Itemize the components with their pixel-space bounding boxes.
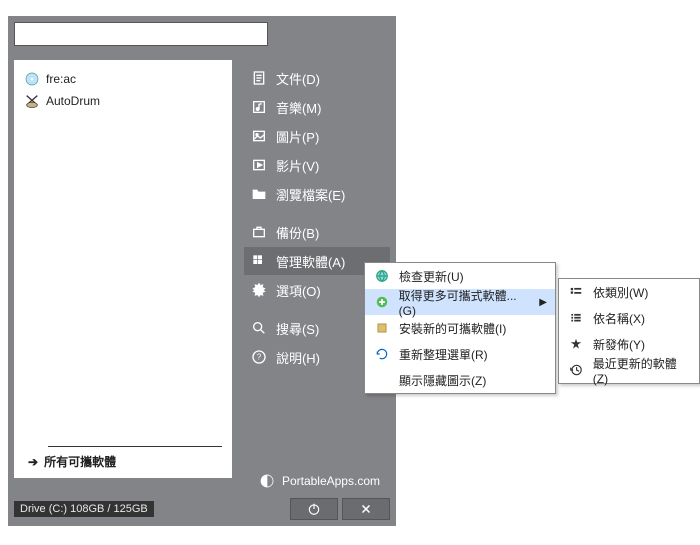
menu-label: 備份(B) (276, 223, 319, 242)
refresh-icon (373, 347, 391, 361)
picture-icon (250, 127, 268, 145)
menu-explore[interactable]: 瀏覽檔案(E) (244, 180, 390, 208)
submenu-label: 依名稱(X) (593, 310, 645, 327)
grid-icon (250, 252, 268, 270)
submenu-label: 依類別(W) (593, 284, 648, 301)
divider (48, 446, 222, 447)
arrow-right-icon: ➔ (28, 455, 38, 469)
gear-icon (250, 281, 268, 299)
app-item-label: fre:ac (46, 72, 76, 86)
all-portable-apps[interactable]: ➔ 所有可攜軟體 (24, 453, 222, 470)
all-apps-label: 所有可攜軟體 (44, 453, 116, 470)
manage-apps-submenu: 檢查更新(U) 取得更多可攜式軟體...(G) ▶ 安裝新的可攜軟體(I) 重新… (364, 262, 556, 394)
menu-label: 選項(O) (276, 281, 321, 300)
drive-status: Drive (C:) 108GB / 125GB (14, 501, 154, 517)
menu-videos[interactable]: 影片(V) (244, 151, 390, 179)
search-icon (250, 319, 268, 337)
app-list: fre:ac AutoDrum ➔ 所有可攜軟體 (14, 60, 232, 478)
menu-label: 影片(V) (276, 156, 319, 175)
menu-label: 音樂(M) (276, 98, 322, 117)
power-icon (307, 502, 321, 516)
submenu-refresh[interactable]: 重新整理選單(R) (365, 341, 555, 367)
menu-label: 說明(H) (276, 348, 320, 367)
get-more-submenu: 依類別(W) 依名稱(X) 新發佈(Y) 最近更新的軟體(Z) (558, 278, 700, 384)
power-button[interactable] (290, 498, 338, 520)
video-icon (250, 156, 268, 174)
menu-documents[interactable]: 文件(D) (244, 64, 390, 92)
brand-icon (258, 472, 276, 490)
music-icon (250, 98, 268, 116)
menu-pictures[interactable]: 圖片(P) (244, 122, 390, 150)
submenu-new-release[interactable]: 新發佈(Y) (559, 331, 699, 357)
submenu-label: 顯示隱藏圖示(Z) (399, 372, 486, 389)
search-input[interactable] (19, 27, 245, 41)
menu-label: 管理軟體(A) (276, 252, 345, 271)
launcher-window: fre:ac AutoDrum ➔ 所有可攜軟體 文件 (8, 16, 396, 526)
disc-icon (24, 71, 40, 87)
history-icon (567, 363, 585, 377)
submenu-label: 重新整理選單(R) (399, 346, 488, 363)
briefcase-icon (250, 223, 268, 241)
svg-text:?: ? (257, 353, 262, 362)
submenu-by-name[interactable]: 依名稱(X) (559, 305, 699, 331)
menu-music[interactable]: 音樂(M) (244, 93, 390, 121)
submenu-check-updates[interactable]: 檢查更新(U) (365, 263, 555, 289)
menu-label: 文件(D) (276, 69, 320, 88)
search-icon (245, 25, 263, 43)
submenu-label: 新發佈(Y) (593, 336, 645, 353)
star-icon (567, 337, 585, 351)
menu-label: 搜尋(S) (276, 319, 319, 338)
status-bar: Drive (C:) 108GB / 125GB (14, 498, 390, 520)
menu-label: 瀏覽檔案(E) (276, 185, 345, 204)
submenu-recent[interactable]: 最近更新的軟體(Z) (559, 357, 699, 383)
help-icon: ? (250, 348, 268, 366)
app-item-freac[interactable]: fre:ac (24, 68, 222, 90)
install-icon (373, 321, 391, 335)
app-item-label: AutoDrum (46, 94, 100, 108)
search-box[interactable] (14, 22, 268, 46)
drum-icon (24, 93, 40, 109)
document-icon (250, 69, 268, 87)
menu-label: 圖片(P) (276, 127, 319, 146)
chevron-right-icon: ▶ (539, 297, 547, 308)
globe-icon (373, 269, 391, 283)
menu-backup[interactable]: 備份(B) (244, 218, 390, 246)
list-icon (567, 311, 585, 325)
close-icon (360, 503, 372, 515)
submenu-get-more-apps[interactable]: 取得更多可攜式軟體...(G) ▶ (365, 289, 555, 315)
submenu-install-new[interactable]: 安裝新的可攜軟體(I) (365, 315, 555, 341)
submenu-label: 安裝新的可攜軟體(I) (399, 320, 506, 337)
category-icon (567, 285, 585, 299)
plus-icon (373, 295, 391, 309)
folder-icon (250, 185, 268, 203)
submenu-show-hidden[interactable]: 顯示隱藏圖示(Z) (365, 367, 555, 393)
submenu-label: 檢查更新(U) (399, 268, 464, 285)
submenu-label: 最近更新的軟體(Z) (593, 355, 691, 386)
submenu-label: 取得更多可攜式軟體...(G) (399, 287, 532, 318)
brand: PortableApps.com (244, 468, 390, 490)
brand-text: PortableApps.com (282, 474, 380, 488)
submenu-by-category[interactable]: 依類別(W) (559, 279, 699, 305)
close-button[interactable] (342, 498, 390, 520)
app-item-autodrum[interactable]: AutoDrum (24, 90, 222, 112)
